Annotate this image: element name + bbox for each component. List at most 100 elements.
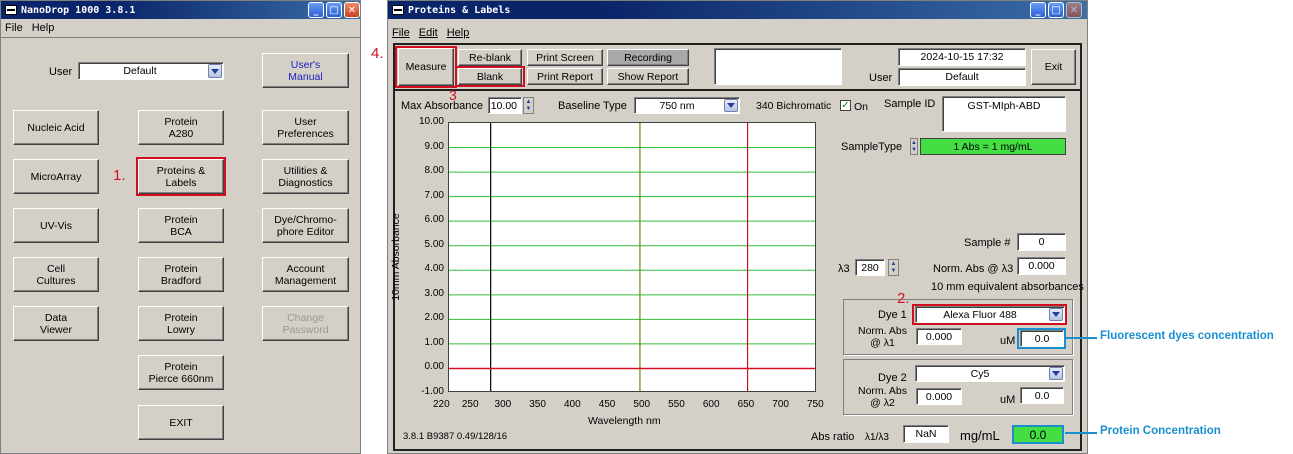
abs-ratio-field: NaN bbox=[903, 425, 949, 443]
callout-1: 1. bbox=[113, 167, 126, 184]
x-tick-label: 350 bbox=[529, 399, 546, 410]
change-password-button[interactable]: Change Password bbox=[262, 306, 349, 341]
pl-app-icon bbox=[392, 5, 404, 15]
protein-pierce-button[interactable]: Protein Pierce 660nm bbox=[138, 355, 224, 390]
norm-abs-l3-label: Norm. Abs @ λ3 bbox=[933, 263, 1014, 275]
reblank-button[interactable]: Re-blank bbox=[458, 49, 522, 66]
pl-menu-edit[interactable]: Edit bbox=[419, 27, 438, 39]
y-tick-label: 4.00 bbox=[424, 263, 444, 275]
user-select[interactable]: Default bbox=[78, 62, 224, 80]
dye1-norm-abs-field: 0.000 bbox=[916, 328, 962, 345]
max-abs-spinner[interactable]: ▲ ▼ bbox=[523, 97, 534, 114]
message-box bbox=[714, 48, 842, 85]
cell-cultures-button[interactable]: Cell Cultures bbox=[13, 257, 99, 292]
chart-ylabel: 10mm Absorbance bbox=[389, 213, 402, 301]
equivalent-absorbances-label: 10 mm equivalent absorbances bbox=[931, 281, 1084, 293]
baseline-type-select[interactable]: 750 nm bbox=[634, 97, 740, 114]
dye-editor-button[interactable]: Dye/Chromo- phore Editor bbox=[262, 208, 349, 243]
dye1-select[interactable]: Alexa Fluor 488 bbox=[915, 306, 1065, 323]
max-abs-label: Max Absorbance bbox=[401, 100, 483, 112]
minimize-icon[interactable]: _ bbox=[308, 2, 324, 18]
y-tick-label: 10.00 bbox=[418, 116, 444, 127]
dye2-norm-abs-label: Norm. Abs @ λ2 bbox=[858, 385, 908, 409]
lambda3-field[interactable]: 280 bbox=[855, 259, 885, 276]
lambda3-label: λ3 bbox=[838, 263, 850, 275]
pl-menu-file[interactable]: File bbox=[392, 27, 410, 39]
protein-connector bbox=[1065, 432, 1097, 434]
main-window-title: NanoDrop 1000 3.8.1 bbox=[21, 4, 136, 16]
sample-number-field[interactable]: 0 bbox=[1017, 233, 1066, 251]
dye2-chevron-down-icon[interactable] bbox=[1049, 367, 1063, 380]
y-tick-label: 3.00 bbox=[424, 287, 444, 299]
pl-menubar: File Edit Help bbox=[388, 25, 1087, 41]
sample-id-field[interactable]: GST-MIph-ABD bbox=[942, 96, 1066, 132]
pl-menu-help[interactable]: Help bbox=[447, 27, 470, 39]
menu-help[interactable]: Help bbox=[32, 22, 55, 34]
protein-note: Protein Concentration bbox=[1100, 425, 1221, 437]
exit-button[interactable]: EXIT bbox=[138, 405, 224, 440]
pl-user-field: Default bbox=[898, 68, 1026, 86]
blank-button[interactable]: Blank bbox=[458, 68, 522, 85]
abs-ratio-label: Abs ratio bbox=[811, 431, 855, 443]
lambda3-spinner[interactable]: ▲ ▼ bbox=[888, 259, 899, 276]
show-report-button[interactable]: Show Report bbox=[607, 68, 689, 85]
y-tick-label: 8.00 bbox=[424, 165, 444, 177]
dye2-label: Dye 2 bbox=[878, 372, 907, 384]
print-screen-button[interactable]: Print Screen bbox=[527, 49, 603, 66]
chevron-down-icon[interactable] bbox=[208, 64, 222, 78]
proteins-labels-button[interactable]: Proteins & Labels bbox=[138, 159, 224, 194]
sample-type-label: SampleType bbox=[841, 141, 903, 153]
y-tick-label: 2.00 bbox=[424, 312, 444, 324]
print-report-button[interactable]: Print Report bbox=[527, 68, 603, 85]
protein-a280-button[interactable]: Protein A280 bbox=[138, 110, 224, 145]
x-tick-label: 450 bbox=[598, 399, 616, 410]
y-tick-label: 1.00 bbox=[424, 336, 444, 348]
dye2-select[interactable]: Cy5 bbox=[915, 365, 1065, 382]
utilities-diagnostics-button[interactable]: Utilities & Diagnostics bbox=[262, 159, 349, 194]
bichromatic-on-label: On bbox=[854, 101, 869, 113]
baseline-chevron-down-icon[interactable] bbox=[724, 99, 738, 112]
uv-vis-button[interactable]: UV-Vis bbox=[13, 208, 99, 243]
nanodrop-main-window: NanoDrop 1000 3.8.1 _ □ ✕ File Help User… bbox=[0, 0, 361, 454]
y-tick-label: 0.00 bbox=[424, 361, 444, 373]
pl-exit-button[interactable]: Exit bbox=[1031, 49, 1076, 85]
measure-button[interactable]: Measure bbox=[398, 48, 454, 86]
pl-minimize-icon[interactable]: _ bbox=[1030, 2, 1046, 18]
x-tick-label: 400 bbox=[563, 399, 581, 410]
protein-bradford-button[interactable]: Protein Bradford bbox=[138, 257, 224, 292]
users-manual-button[interactable]: User's Manual bbox=[262, 53, 349, 88]
pl-maximize-icon[interactable]: □ bbox=[1048, 2, 1064, 18]
absorbance-chart bbox=[448, 122, 816, 392]
account-management-button[interactable]: Account Management bbox=[262, 257, 349, 292]
x-tick-label: 750 bbox=[807, 399, 824, 410]
main-menubar: File Help bbox=[1, 20, 360, 36]
max-abs-field[interactable]: 10.00 bbox=[488, 97, 522, 114]
sample-type-spinner[interactable]: ▲ ▼ bbox=[910, 138, 918, 155]
microarray-button[interactable]: MicroArray bbox=[13, 159, 99, 194]
recording-button[interactable]: Recording bbox=[607, 49, 689, 66]
y-tick-label: 9.00 bbox=[424, 140, 444, 152]
menu-file[interactable]: File bbox=[5, 22, 23, 34]
sample-type-field[interactable]: 1 Abs = 1 mg/mL bbox=[920, 138, 1066, 155]
baseline-type-value: 750 nm bbox=[659, 99, 695, 112]
close-icon[interactable]: ✕ bbox=[344, 2, 360, 18]
protein-lowry-button[interactable]: Protein Lowry bbox=[138, 306, 224, 341]
main-window-titlebar[interactable]: NanoDrop 1000 3.8.1 bbox=[1, 1, 360, 19]
fluorescent-note: Fluorescent dyes concentration bbox=[1100, 330, 1274, 342]
user-preferences-button[interactable]: User Preferences bbox=[262, 110, 349, 145]
sample-id-label: Sample ID bbox=[884, 98, 936, 110]
y-tick-label: 5.00 bbox=[424, 238, 444, 250]
x-tick-label: 600 bbox=[702, 399, 720, 410]
dye1-chevron-down-icon[interactable] bbox=[1049, 308, 1063, 321]
bichromatic-checkbox[interactable]: ✓ bbox=[840, 100, 851, 111]
maximize-icon[interactable]: □ bbox=[326, 2, 342, 18]
nucleic-acid-button[interactable]: Nucleic Acid bbox=[13, 110, 99, 145]
dye1-label: Dye 1 bbox=[878, 309, 907, 321]
data-viewer-button[interactable]: Data Viewer bbox=[13, 306, 99, 341]
pl-close-icon[interactable]: ✕ bbox=[1066, 2, 1082, 18]
x-tick-label: 700 bbox=[772, 399, 789, 410]
protein-bca-button[interactable]: Protein BCA bbox=[138, 208, 224, 243]
x-tick-label: 550 bbox=[668, 399, 685, 410]
pl-window-titlebar[interactable]: Proteins & Labels bbox=[388, 1, 1087, 19]
callout-4: 4. bbox=[371, 45, 384, 62]
